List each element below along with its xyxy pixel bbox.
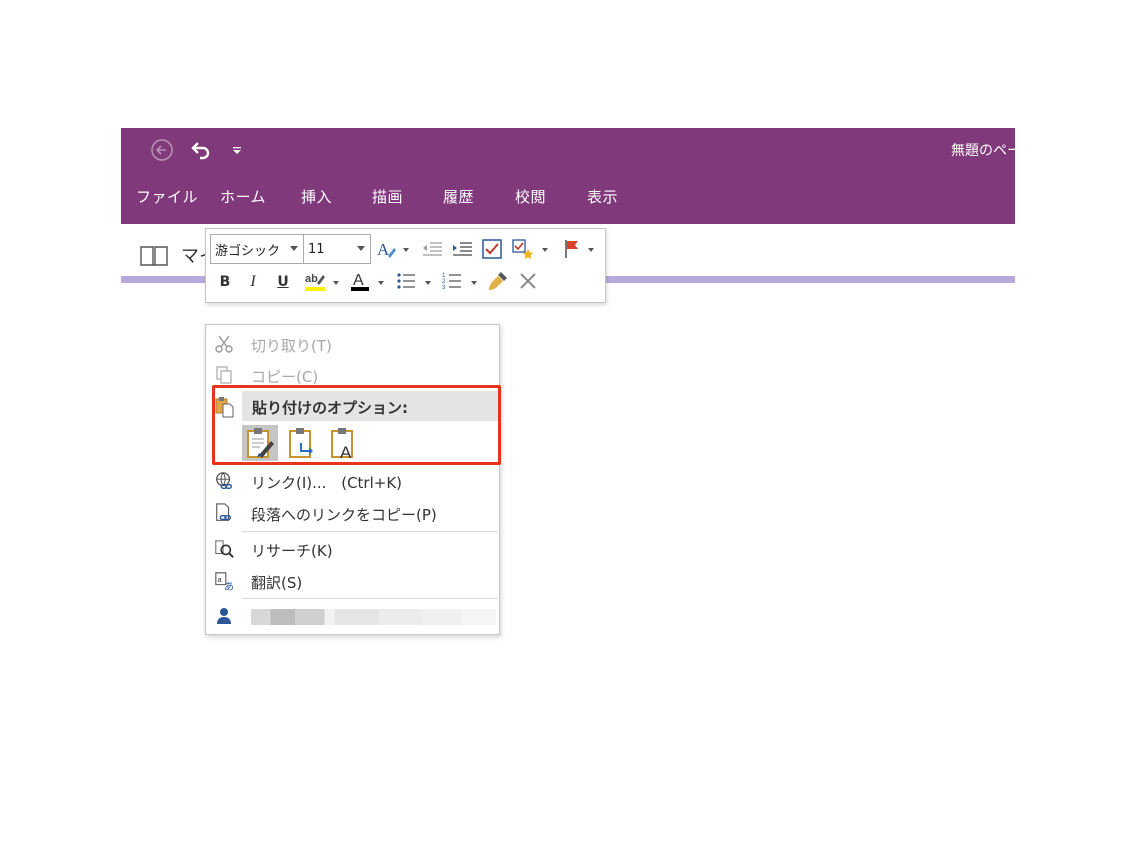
menu-item-link[interactable]: リンク(I)... (Ctrl+K) [206, 466, 499, 496]
tab-file[interactable]: ファイル [136, 186, 198, 207]
tag-star-icon [512, 239, 534, 259]
copy-icon [214, 365, 234, 385]
notebook-icon[interactable] [139, 244, 171, 272]
decrease-indent-button[interactable] [420, 237, 444, 261]
styles-dropdown-arrow[interactable] [403, 248, 409, 252]
bullets-dropdown-arrow[interactable] [425, 281, 431, 285]
menu-label: リサーチ(K) [251, 542, 333, 560]
tab-view[interactable]: 表示 [587, 186, 618, 207]
close-icon [520, 273, 536, 289]
svg-text:A: A [353, 272, 364, 289]
menu-label-text: リンク(I)... [251, 474, 327, 492]
research-icon [214, 539, 234, 559]
tags-dropdown-arrow[interactable] [542, 248, 548, 252]
menu-label: リンク(I)... (Ctrl+K) [251, 472, 402, 493]
outlook-task-dropdown-arrow[interactable] [588, 248, 594, 252]
menu-label: 段落へのリンクをコピー(P) [251, 506, 437, 524]
paragraph-link-icon [214, 503, 234, 523]
font-size-value: 11 [308, 241, 325, 257]
svg-text:A: A [377, 240, 390, 259]
svg-text:3: 3 [442, 285, 446, 291]
tab-draw[interactable]: 描画 [372, 186, 403, 207]
numbering-button[interactable]: 123 [440, 269, 464, 293]
increase-indent-button[interactable] [450, 237, 474, 261]
menu-shortcut: (Ctrl+K) [341, 474, 403, 492]
link-globe-icon [214, 471, 234, 491]
menu-label: 翻訳(S) [251, 574, 303, 592]
menu-item-user[interactable] [206, 601, 499, 631]
font-color-dropdown-arrow[interactable] [378, 281, 384, 285]
highlight-dropdown-arrow[interactable] [333, 281, 339, 285]
back-button[interactable] [149, 136, 175, 164]
menu-item-translate[interactable]: a あ 翻訳(S) [206, 566, 499, 596]
tab-insert[interactable]: 挿入 [301, 186, 332, 207]
undo-button[interactable] [187, 136, 213, 164]
menu-separator [242, 598, 498, 599]
italic-button[interactable]: I [244, 270, 262, 294]
underline-button[interactable]: U [274, 270, 292, 294]
increase-indent-icon [453, 242, 472, 256]
font-size-combo[interactable]: 11 [303, 234, 371, 264]
tab-home[interactable]: ホーム [220, 186, 266, 207]
menu-label: 切り取り(T) [251, 337, 332, 355]
context-menu: 切り取り(T) コピー(C) 貼り付けのオプション: A リンク(I)... (… [205, 324, 500, 635]
customize-quick-access-button[interactable] [227, 136, 247, 164]
highlighter-icon: ab [305, 273, 325, 291]
menu-item-research[interactable]: リサーチ(K) [206, 534, 499, 564]
annotation-highlight-box [212, 385, 501, 465]
font-color-button[interactable]: A [348, 269, 372, 293]
styles-icon: A [377, 240, 396, 259]
font-name-value: 游ゴシック [215, 243, 281, 259]
outlook-task-button[interactable] [560, 237, 584, 261]
scissors-icon [214, 334, 234, 354]
redacted-user-name [251, 609, 496, 625]
flag-icon [565, 240, 578, 258]
decrease-indent-icon [423, 242, 442, 256]
back-arrow-icon [151, 139, 173, 161]
ribbon-tab-bar: ファイル ホーム 挿入 描画 履歴 校閲 表示 [121, 172, 1015, 224]
tab-review[interactable]: 校閲 [515, 186, 546, 207]
tab-history[interactable]: 履歴 [443, 186, 474, 207]
translate-icon: a あ [214, 571, 234, 592]
chevron-down-icon [357, 246, 365, 251]
chevron-down-icon [290, 246, 298, 251]
menu-item-cut[interactable]: 切り取り(T) [206, 329, 499, 359]
bold-button[interactable]: B [216, 270, 234, 294]
undo-icon [191, 142, 210, 160]
chevron-down-icon [233, 147, 241, 154]
format-painter-icon [489, 272, 507, 290]
svg-text:ab: ab [305, 273, 318, 285]
format-painter-button[interactable] [486, 269, 510, 293]
menu-separator [242, 531, 498, 532]
title-bar: 無題のページ [121, 128, 1015, 172]
clear-formatting-button[interactable] [516, 269, 540, 293]
mini-toolbar: 游ゴシック 11 A B I U ab A 1 2 3 [205, 228, 606, 303]
menu-label: コピー(C) [251, 368, 319, 386]
svg-text:あ: あ [224, 581, 234, 592]
numbering-dropdown-arrow[interactable] [471, 281, 477, 285]
bullet-list-icon [397, 273, 415, 289]
todo-tag-button[interactable] [480, 237, 504, 261]
bullets-button[interactable] [394, 269, 418, 293]
font-name-combo[interactable]: 游ゴシック [210, 234, 304, 264]
menu-item-copy-paragraph-link[interactable]: 段落へのリンクをコピー(P) [206, 498, 499, 528]
tags-button[interactable] [510, 237, 536, 261]
font-color-icon: A [351, 272, 369, 291]
styles-button[interactable]: A [375, 237, 399, 261]
checkbox-icon [482, 239, 502, 259]
document-title: 無題のページ [951, 143, 1015, 159]
highlight-button[interactable]: ab [302, 269, 328, 293]
notebook-name[interactable]: マイノートブック [181, 242, 207, 268]
user-icon [214, 606, 234, 626]
numbered-list-icon: 123 [442, 273, 461, 291]
